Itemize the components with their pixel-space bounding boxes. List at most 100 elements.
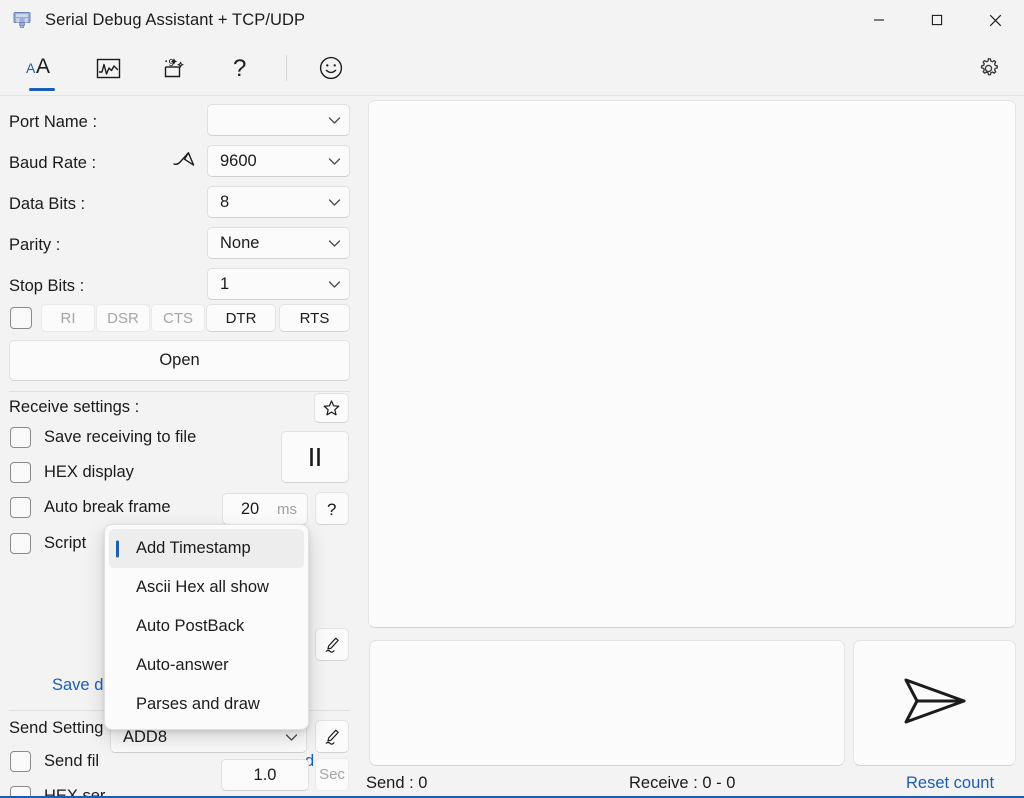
- title-bar: Serial Debug Assistant + TCP/UDP: [0, 0, 1024, 40]
- signal-rts-button[interactable]: RTS: [279, 304, 350, 332]
- port-name-label: Port Name :: [9, 112, 98, 131]
- parity-select[interactable]: None: [207, 227, 350, 259]
- window-title: Serial Debug Assistant + TCP/UDP: [45, 10, 306, 29]
- break-frame-value: 20: [240, 499, 260, 518]
- chevron-down-icon: [328, 234, 341, 253]
- context-menu-item-parses-and-draw[interactable]: Parses and draw: [109, 685, 304, 724]
- data-bits-label: Data Bits :: [9, 194, 86, 213]
- receive-option-label: Script: [44, 534, 87, 552]
- context-menu-item-label: Parses and draw: [136, 695, 260, 713]
- checkbox[interactable]: [10, 497, 31, 518]
- context-menu-item-auto-answer[interactable]: Auto-answer: [109, 646, 304, 685]
- close-icon[interactable]: [966, 0, 1024, 40]
- question-icon[interactable]: ?: [315, 492, 349, 525]
- chevron-down-icon: [328, 193, 341, 212]
- gear-icon[interactable]: [966, 46, 1010, 90]
- checkbox[interactable]: [10, 751, 31, 772]
- send-count: Send : 0: [366, 774, 428, 792]
- smiley-icon[interactable]: [303, 45, 359, 91]
- receive-option-label: Save receiving to file: [44, 428, 197, 446]
- receive-option-save-to-file[interactable]: Save receiving to file: [10, 427, 196, 448]
- serial-port-icon: [11, 9, 33, 31]
- svg-text:A: A: [26, 60, 36, 76]
- checkbox[interactable]: [10, 427, 31, 448]
- context-menu: Add Timestamp Ascii Hex all show Auto Po…: [104, 524, 309, 730]
- magic-box-icon[interactable]: 9: [146, 45, 202, 91]
- minimize-icon[interactable]: [850, 0, 908, 40]
- pause-icon[interactable]: [281, 431, 349, 483]
- signal-dtr-button[interactable]: DTR: [206, 304, 276, 332]
- context-menu-item-auto-postback[interactable]: Auto PostBack: [109, 607, 304, 646]
- context-menu-item-add-timestamp[interactable]: Add Timestamp: [109, 529, 304, 568]
- chevron-down-icon: [285, 728, 298, 747]
- signal-wave-icon: [172, 146, 200, 177]
- send-button[interactable]: [853, 640, 1016, 766]
- receive-count: Receive : 0 - 0: [629, 774, 736, 792]
- parity-value: None: [220, 233, 260, 252]
- open-port-label: Open: [159, 351, 200, 369]
- save-data-link[interactable]: Save d: [52, 676, 103, 695]
- receive-option-label: Auto break frame: [44, 498, 171, 516]
- toolbar: A A 9 ?: [0, 40, 1024, 96]
- active-indicator: [29, 88, 55, 91]
- signal-rts-label: RTS: [299, 309, 330, 327]
- svg-text:A: A: [36, 55, 50, 78]
- signal-indicator-box[interactable]: [10, 307, 32, 329]
- svg-text:?: ?: [327, 500, 336, 519]
- app-window: Serial Debug Assistant + TCP/UDP A A 9 ?…: [0, 0, 1024, 798]
- break-frame-input[interactable]: 20 ms: [222, 493, 308, 525]
- toolbar-divider: [286, 55, 287, 81]
- signal-ri-button[interactable]: RI: [41, 304, 95, 332]
- baud-rate-label: Baud Rate :: [9, 153, 97, 172]
- context-menu-item-ascii-hex-all-show[interactable]: Ascii Hex all show: [109, 568, 304, 607]
- stop-bits-value: 1: [220, 274, 230, 293]
- maximize-icon[interactable]: [908, 0, 966, 40]
- checkbox[interactable]: [10, 462, 31, 483]
- context-menu-item-label: Ascii Hex all show: [136, 578, 269, 596]
- send-option-send-file[interactable]: Send fil: [10, 751, 99, 772]
- send-settings-title: Send Setting: [9, 719, 104, 737]
- paper-plane-icon: [896, 672, 974, 735]
- receive-option-hex-display[interactable]: HEX display: [10, 462, 134, 483]
- signal-ri-label: RI: [60, 309, 76, 327]
- chevron-down-icon: [328, 152, 341, 171]
- send-script-pen-script-icon[interactable]: [315, 720, 349, 753]
- stop-bits-label: Stop Bits :: [9, 276, 85, 295]
- context-menu-item-label: Auto-answer: [136, 656, 229, 674]
- send-option-label: Send fil: [44, 752, 100, 770]
- signal-dtr-label: DTR: [225, 309, 257, 327]
- window-controls: [850, 0, 1024, 40]
- send-text-area[interactable]: [369, 640, 845, 766]
- star-icon[interactable]: [314, 393, 349, 423]
- help-icon[interactable]: ?: [212, 45, 268, 91]
- svg-text:?: ?: [233, 55, 246, 82]
- receive-option-script[interactable]: Script: [10, 533, 86, 554]
- port-name-select[interactable]: [207, 104, 350, 136]
- status-bar: Send : 0 Receive : 0 - 0 Reset count: [0, 770, 1024, 798]
- break-frame-unit: ms: [277, 500, 297, 518]
- reset-count-link[interactable]: Reset count: [906, 774, 994, 793]
- context-menu-item-label: Auto PostBack: [136, 617, 245, 635]
- stop-bits-select[interactable]: 1: [207, 268, 350, 300]
- receive-script-pen-script-icon[interactable]: [315, 628, 349, 661]
- text-mode-icon[interactable]: A A: [14, 45, 70, 91]
- parity-label: Parity :: [9, 235, 61, 254]
- checkbox[interactable]: [10, 533, 31, 554]
- receive-settings-title: Receive settings :: [9, 398, 140, 416]
- signal-cts-label: CTS: [163, 309, 193, 327]
- waveform-icon[interactable]: [80, 45, 136, 91]
- signal-dsr-label: DSR: [107, 309, 139, 327]
- signal-cts-button[interactable]: CTS: [151, 304, 205, 332]
- baud-rate-select[interactable]: 9600: [207, 145, 350, 177]
- receive-option-label: HEX display: [44, 463, 134, 481]
- checksum-value: ADD8: [123, 727, 168, 746]
- receive-text-area[interactable]: [368, 100, 1016, 628]
- open-port-button[interactable]: Open: [9, 340, 350, 381]
- panel-divider-1: [9, 391, 350, 392]
- chevron-down-icon: [328, 111, 341, 130]
- chevron-down-icon: [328, 275, 341, 294]
- receive-option-auto-break-frame[interactable]: Auto break frame: [10, 497, 171, 518]
- signal-dsr-button[interactable]: DSR: [96, 304, 150, 332]
- data-bits-select[interactable]: 8: [207, 186, 350, 218]
- baud-rate-value: 9600: [220, 151, 257, 170]
